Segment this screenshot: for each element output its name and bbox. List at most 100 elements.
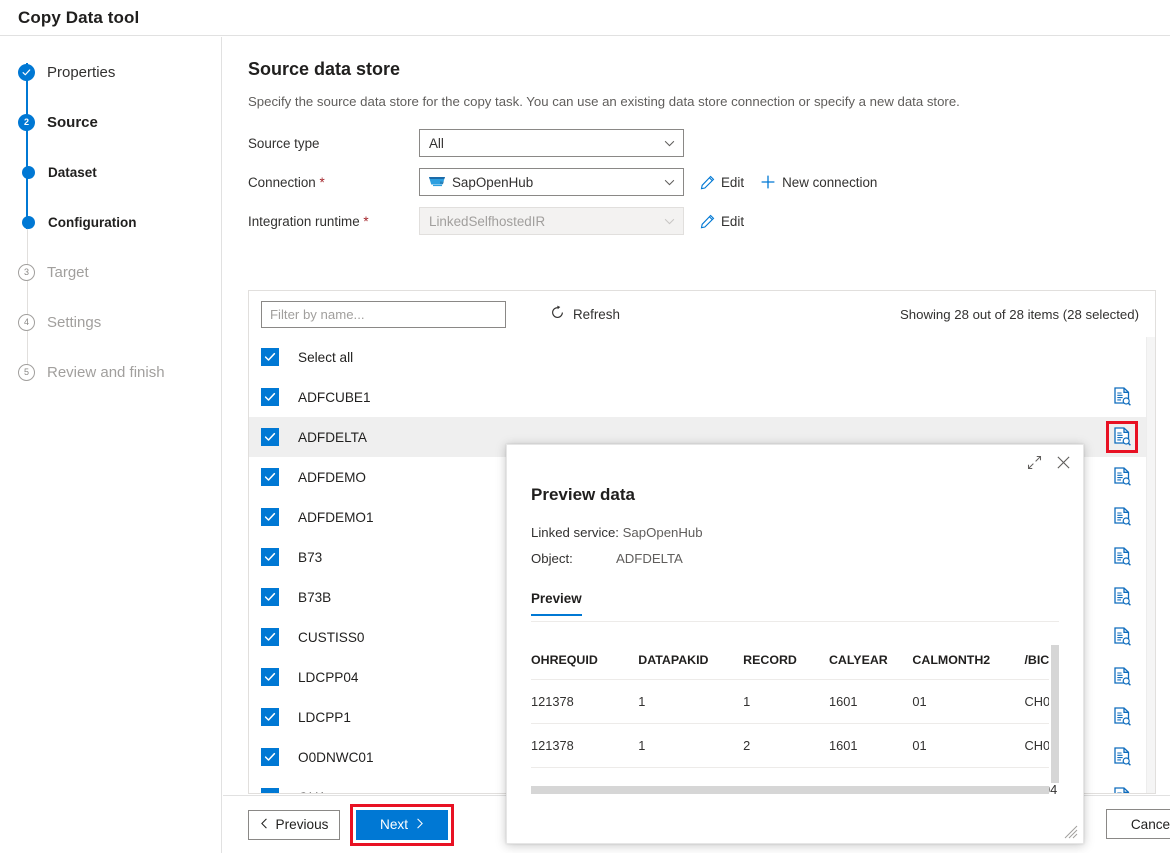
copy-data-tool-window: Copy Data tool Properties 2 Source <box>0 0 1170 853</box>
chevron-down-icon <box>664 137 675 148</box>
filter-input[interactable] <box>261 301 506 328</box>
step-number-badge: 3 <box>18 264 35 281</box>
cell: 1 <box>638 724 743 768</box>
cancel-button[interactable]: Cancel <box>1106 809 1170 839</box>
row-checkbox[interactable] <box>261 628 279 646</box>
select-all-checkbox[interactable] <box>261 348 279 366</box>
preview-table: OHREQUID DATAPAKID RECORD CALYEAR CALMON… <box>531 645 1059 795</box>
row-label: O0DNWC01 <box>298 750 374 765</box>
close-icon[interactable] <box>1056 455 1071 470</box>
connection-dropdown[interactable]: W SapOpenHub <box>419 168 684 196</box>
scrollbar-thumb[interactable] <box>531 786 1049 794</box>
row-label: ADFDELTA <box>298 430 367 445</box>
preview-table-row: 121378 1 2 1601 01 CH02 AN <box>531 724 1059 768</box>
showing-count-label: Showing 28 out of 28 items (28 selected) <box>900 307 1139 322</box>
preview-data-icon[interactable] <box>1111 506 1133 528</box>
sidebar-item-dataset[interactable]: Dataset <box>20 159 221 185</box>
source-type-dropdown[interactable]: All <box>419 129 684 157</box>
new-connection-label: New connection <box>782 175 877 190</box>
preview-data-icon[interactable] <box>1111 626 1133 648</box>
sidebar-item-properties[interactable]: Properties <box>18 59 221 85</box>
preview-data-dialog: Preview data Linked service: SapOpenHub … <box>506 444 1084 844</box>
row-label: ADFCUBE1 <box>298 390 371 405</box>
preview-data-icon[interactable] <box>1111 746 1133 768</box>
preview-data-icon[interactable] <box>1111 786 1133 793</box>
column-header: CALYEAR <box>829 645 912 680</box>
sidebar-item-target[interactable]: 3 Target <box>18 259 221 285</box>
row-checkbox[interactable] <box>261 708 279 726</box>
table-row[interactable]: ADFCUBE1 <box>249 377 1146 417</box>
preview-data-icon[interactable] <box>1111 426 1133 448</box>
edit-connection-label: Edit <box>721 175 744 190</box>
previous-label: Previous <box>276 817 329 832</box>
dialog-title: Preview data <box>531 485 1083 505</box>
row-checkbox[interactable] <box>261 508 279 526</box>
row-checkbox[interactable] <box>261 668 279 686</box>
pencil-icon <box>700 175 715 190</box>
source-type-value: All <box>429 136 444 151</box>
chevron-down-icon <box>664 176 675 187</box>
connection-label: Connection * <box>248 175 419 190</box>
cancel-button-wrap: Cancel <box>1106 809 1170 839</box>
connection-label-text: Connection <box>248 175 316 190</box>
sidebar-item-review-and-finish[interactable]: 5 Review and finish <box>18 359 221 385</box>
row-label: LDCPP04 <box>298 670 358 685</box>
preview-data-icon[interactable] <box>1111 586 1133 608</box>
row-checkbox[interactable] <box>261 588 279 606</box>
row-checkbox[interactable] <box>261 548 279 566</box>
row-checkbox[interactable] <box>261 388 279 406</box>
form-row-connection: Connection * W SapOpenHub <box>223 166 1170 198</box>
cell: 2 <box>743 724 829 768</box>
sidebar-item-source[interactable]: 2 Source <box>18 109 221 135</box>
cell: 121378 <box>531 724 638 768</box>
row-checkbox[interactable] <box>261 788 279 793</box>
previous-button[interactable]: Previous <box>248 810 340 840</box>
row-label: OH1 <box>298 790 326 794</box>
chevron-left-icon <box>260 817 269 832</box>
integration-runtime-label-text: Integration runtime <box>248 214 360 229</box>
preview-data-icon[interactable] <box>1111 466 1133 488</box>
column-header: RECORD <box>743 645 829 680</box>
object-label: Object: <box>531 551 613 566</box>
cell: 1 <box>743 680 829 724</box>
new-connection-button[interactable]: New connection <box>760 174 877 190</box>
page-description: Specify the source data store for the co… <box>248 94 1170 109</box>
preview-table-horizontal-scrollbar[interactable] <box>531 786 1049 795</box>
integration-runtime-dropdown: LinkedSelfhostedIR <box>419 207 684 235</box>
substep-dot-icon <box>22 166 35 179</box>
refresh-button[interactable]: Refresh <box>550 305 620 323</box>
row-label: B73B <box>298 590 331 605</box>
next-button[interactable]: Next <box>356 810 448 840</box>
sidebar-item-settings[interactable]: 4 Settings <box>18 309 221 335</box>
expand-icon[interactable] <box>1027 455 1042 470</box>
cell: 01 <box>912 724 1024 768</box>
sidebar-item-label: Dataset <box>48 165 97 180</box>
sidebar-item-label: Target <box>47 264 89 281</box>
sidebar-item-configuration[interactable]: Configuration <box>20 209 221 235</box>
resize-grip-icon[interactable] <box>1064 825 1078 839</box>
column-header: CALMONTH2 <box>912 645 1024 680</box>
preview-data-icon[interactable] <box>1111 386 1133 408</box>
column-header: OHREQUID <box>531 645 638 680</box>
object-list-scrollbar[interactable] <box>1146 337 1155 793</box>
row-checkbox[interactable] <box>261 428 279 446</box>
preview-data-icon[interactable] <box>1111 546 1133 568</box>
preview-data-icon[interactable] <box>1111 666 1133 688</box>
chevron-down-icon <box>664 215 675 226</box>
next-button-highlight: Next <box>350 804 454 846</box>
row-label: CUSTISS0 <box>298 630 364 645</box>
row-checkbox[interactable] <box>261 748 279 766</box>
tab-preview[interactable]: Preview <box>531 591 582 616</box>
preview-data-icon[interactable] <box>1111 706 1133 728</box>
sidebar-item-label: Configuration <box>48 215 136 230</box>
scrollbar-thumb[interactable] <box>1051 645 1059 783</box>
connection-value: SapOpenHub <box>452 175 533 190</box>
edit-connection-button[interactable]: Edit <box>700 175 744 190</box>
row-checkbox[interactable] <box>261 468 279 486</box>
preview-table-vertical-scrollbar[interactable] <box>1049 645 1059 783</box>
source-form: Source type All Connection * <box>223 127 1170 237</box>
select-all-row[interactable]: Select all <box>249 337 1146 377</box>
cancel-label: Cancel <box>1131 817 1170 832</box>
sap-open-hub-icon: W <box>429 175 445 189</box>
edit-integration-runtime-button[interactable]: Edit <box>700 214 744 229</box>
